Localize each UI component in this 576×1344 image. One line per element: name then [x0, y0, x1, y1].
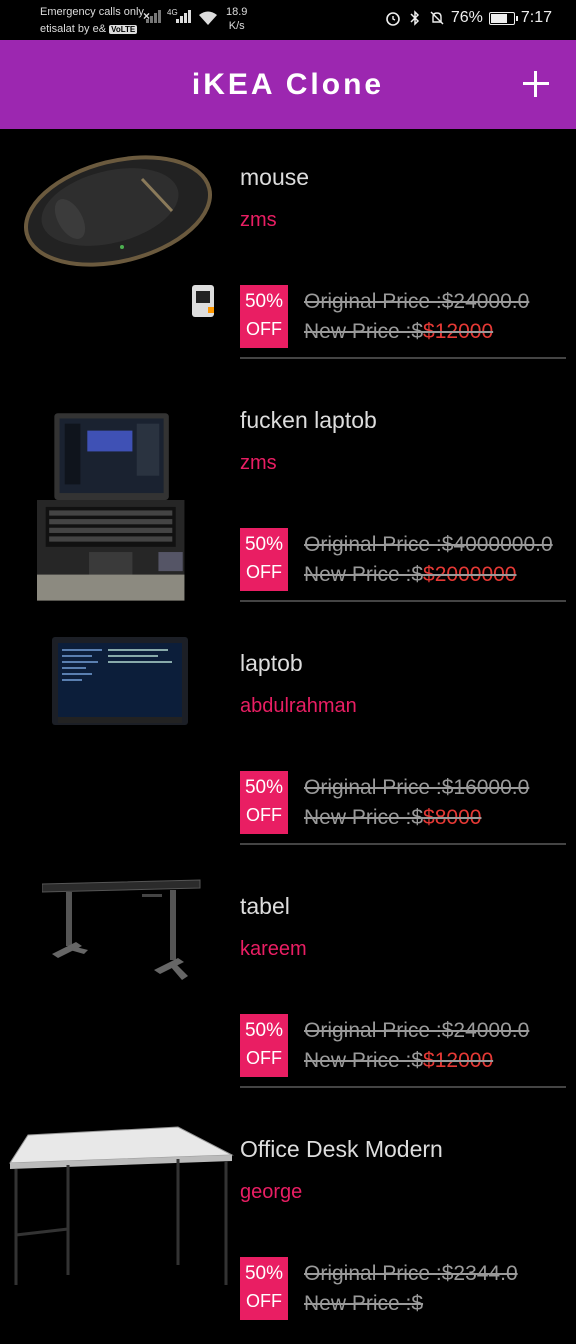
seller-name: zms	[240, 209, 277, 231]
seller-name: george	[240, 1181, 303, 1203]
divider	[240, 1086, 566, 1088]
product-card[interactable]: laptob abdulrahman 50% OFF Original Pric…	[0, 615, 576, 858]
divider	[240, 600, 566, 602]
discount-off-label: OFF	[246, 1048, 282, 1068]
price-block: Original Price :$16000.0 New Price :$$80…	[304, 773, 576, 833]
price-block: Original Price :$24000.0 New Price :$$12…	[304, 1016, 576, 1076]
speed-unit: K/s	[228, 20, 245, 32]
price-block: Original Price :$24000.0 New Price :$$12…	[304, 287, 576, 347]
new-price-value: $12000	[423, 320, 494, 343]
discount-badge: 50% OFF	[240, 1014, 288, 1077]
seller-name: abdulrahman	[240, 695, 357, 717]
discount-badge: 50% OFF	[240, 1257, 288, 1320]
new-price-value: $8000	[423, 806, 482, 829]
mute-bell-icon	[430, 11, 444, 25]
carrier-info: Emergency calls only etisalat by e& VoLT…	[40, 4, 144, 38]
bluetooth-icon	[410, 10, 419, 26]
discount-off-label: OFF	[246, 562, 282, 582]
product-image-laptop-screen	[52, 637, 188, 725]
discount-badge: 50% OFF	[240, 285, 288, 348]
carrier-line-2: etisalat by e&	[40, 23, 107, 35]
divider	[240, 357, 566, 359]
new-price-label: New Price :$	[304, 320, 424, 343]
battery-icon	[488, 11, 518, 25]
discount-off-label: OFF	[246, 805, 282, 825]
discount-percent: 50%	[244, 291, 284, 312]
product-name: laptob	[240, 650, 303, 676]
discount-off-label: OFF	[246, 1291, 282, 1311]
signal-icon-sim2	[176, 10, 191, 23]
new-price-label: New Price :$	[304, 1049, 424, 1072]
original-price: Original Price :$4000000.0	[304, 533, 553, 556]
new-price-label: New Price :$	[304, 1292, 424, 1315]
volte-badge: VoLTE	[109, 25, 138, 34]
discount-percent: 50%	[244, 1263, 284, 1284]
original-price: Original Price :$16000.0	[304, 776, 530, 799]
clock: 7:17	[520, 9, 552, 26]
product-name: tabel	[240, 893, 290, 919]
discount-badge: 50% OFF	[240, 771, 288, 834]
product-image-mouse	[23, 155, 214, 317]
discount-percent: 50%	[244, 534, 284, 555]
status-icons: 76% 7:17	[385, 9, 552, 27]
original-price: Original Price :$24000.0	[304, 290, 530, 313]
discount-percent: 50%	[244, 1020, 284, 1041]
new-price-label: New Price :$	[304, 806, 424, 829]
product-image-white-desk	[9, 1126, 234, 1285]
product-name: fucken laptob	[240, 407, 377, 433]
network-speed: 18.9 K/s	[226, 5, 247, 33]
product-image-laptop	[37, 413, 185, 601]
price-block: Original Price :$2344.0 New Price :$	[304, 1259, 576, 1319]
carrier-line-1: Emergency calls only	[40, 6, 144, 18]
product-card[interactable]: fucken laptob zms 50% OFF Original Price…	[0, 372, 576, 615]
original-price: Original Price :$2344.0	[304, 1262, 518, 1285]
divider	[240, 843, 566, 845]
app-bar: iKEA Clone	[0, 40, 576, 129]
add-icon[interactable]	[518, 66, 554, 102]
price-block: Original Price :$4000000.0 New Price :$$…	[304, 530, 576, 590]
discount-badge: 50% OFF	[240, 528, 288, 591]
new-price-value: $2000000	[423, 563, 517, 586]
new-price-label: New Price :$	[304, 563, 424, 586]
original-price: Original Price :$24000.0	[304, 1019, 530, 1042]
product-card[interactable]: tabel kareem 50% OFF Original Price :$24…	[0, 858, 576, 1101]
wifi-icon	[199, 11, 217, 25]
discount-percent: 50%	[244, 777, 284, 798]
alarm-icon	[386, 12, 400, 26]
new-price-value: $12000	[423, 1049, 494, 1072]
product-image-desk	[42, 879, 201, 980]
product-card[interactable]: Office Desk Modern george 50% OFF Origin…	[0, 1101, 576, 1344]
discount-off-label: OFF	[246, 319, 282, 339]
speed-value: 18.9	[226, 6, 248, 18]
product-name: mouse	[240, 164, 310, 190]
seller-name: kareem	[240, 938, 307, 960]
product-card[interactable]: mouse zms 50% OFF Original Price :$24000…	[0, 129, 576, 372]
signal-icon-sim1	[146, 10, 161, 23]
app-title: iKEA Clone	[191, 68, 385, 101]
product-name: Office Desk Modern	[240, 1136, 443, 1162]
battery-percent: 76%	[450, 9, 483, 26]
status-bar: Emergency calls only etisalat by e& VoLT…	[0, 0, 576, 40]
seller-name: zms	[240, 452, 277, 474]
